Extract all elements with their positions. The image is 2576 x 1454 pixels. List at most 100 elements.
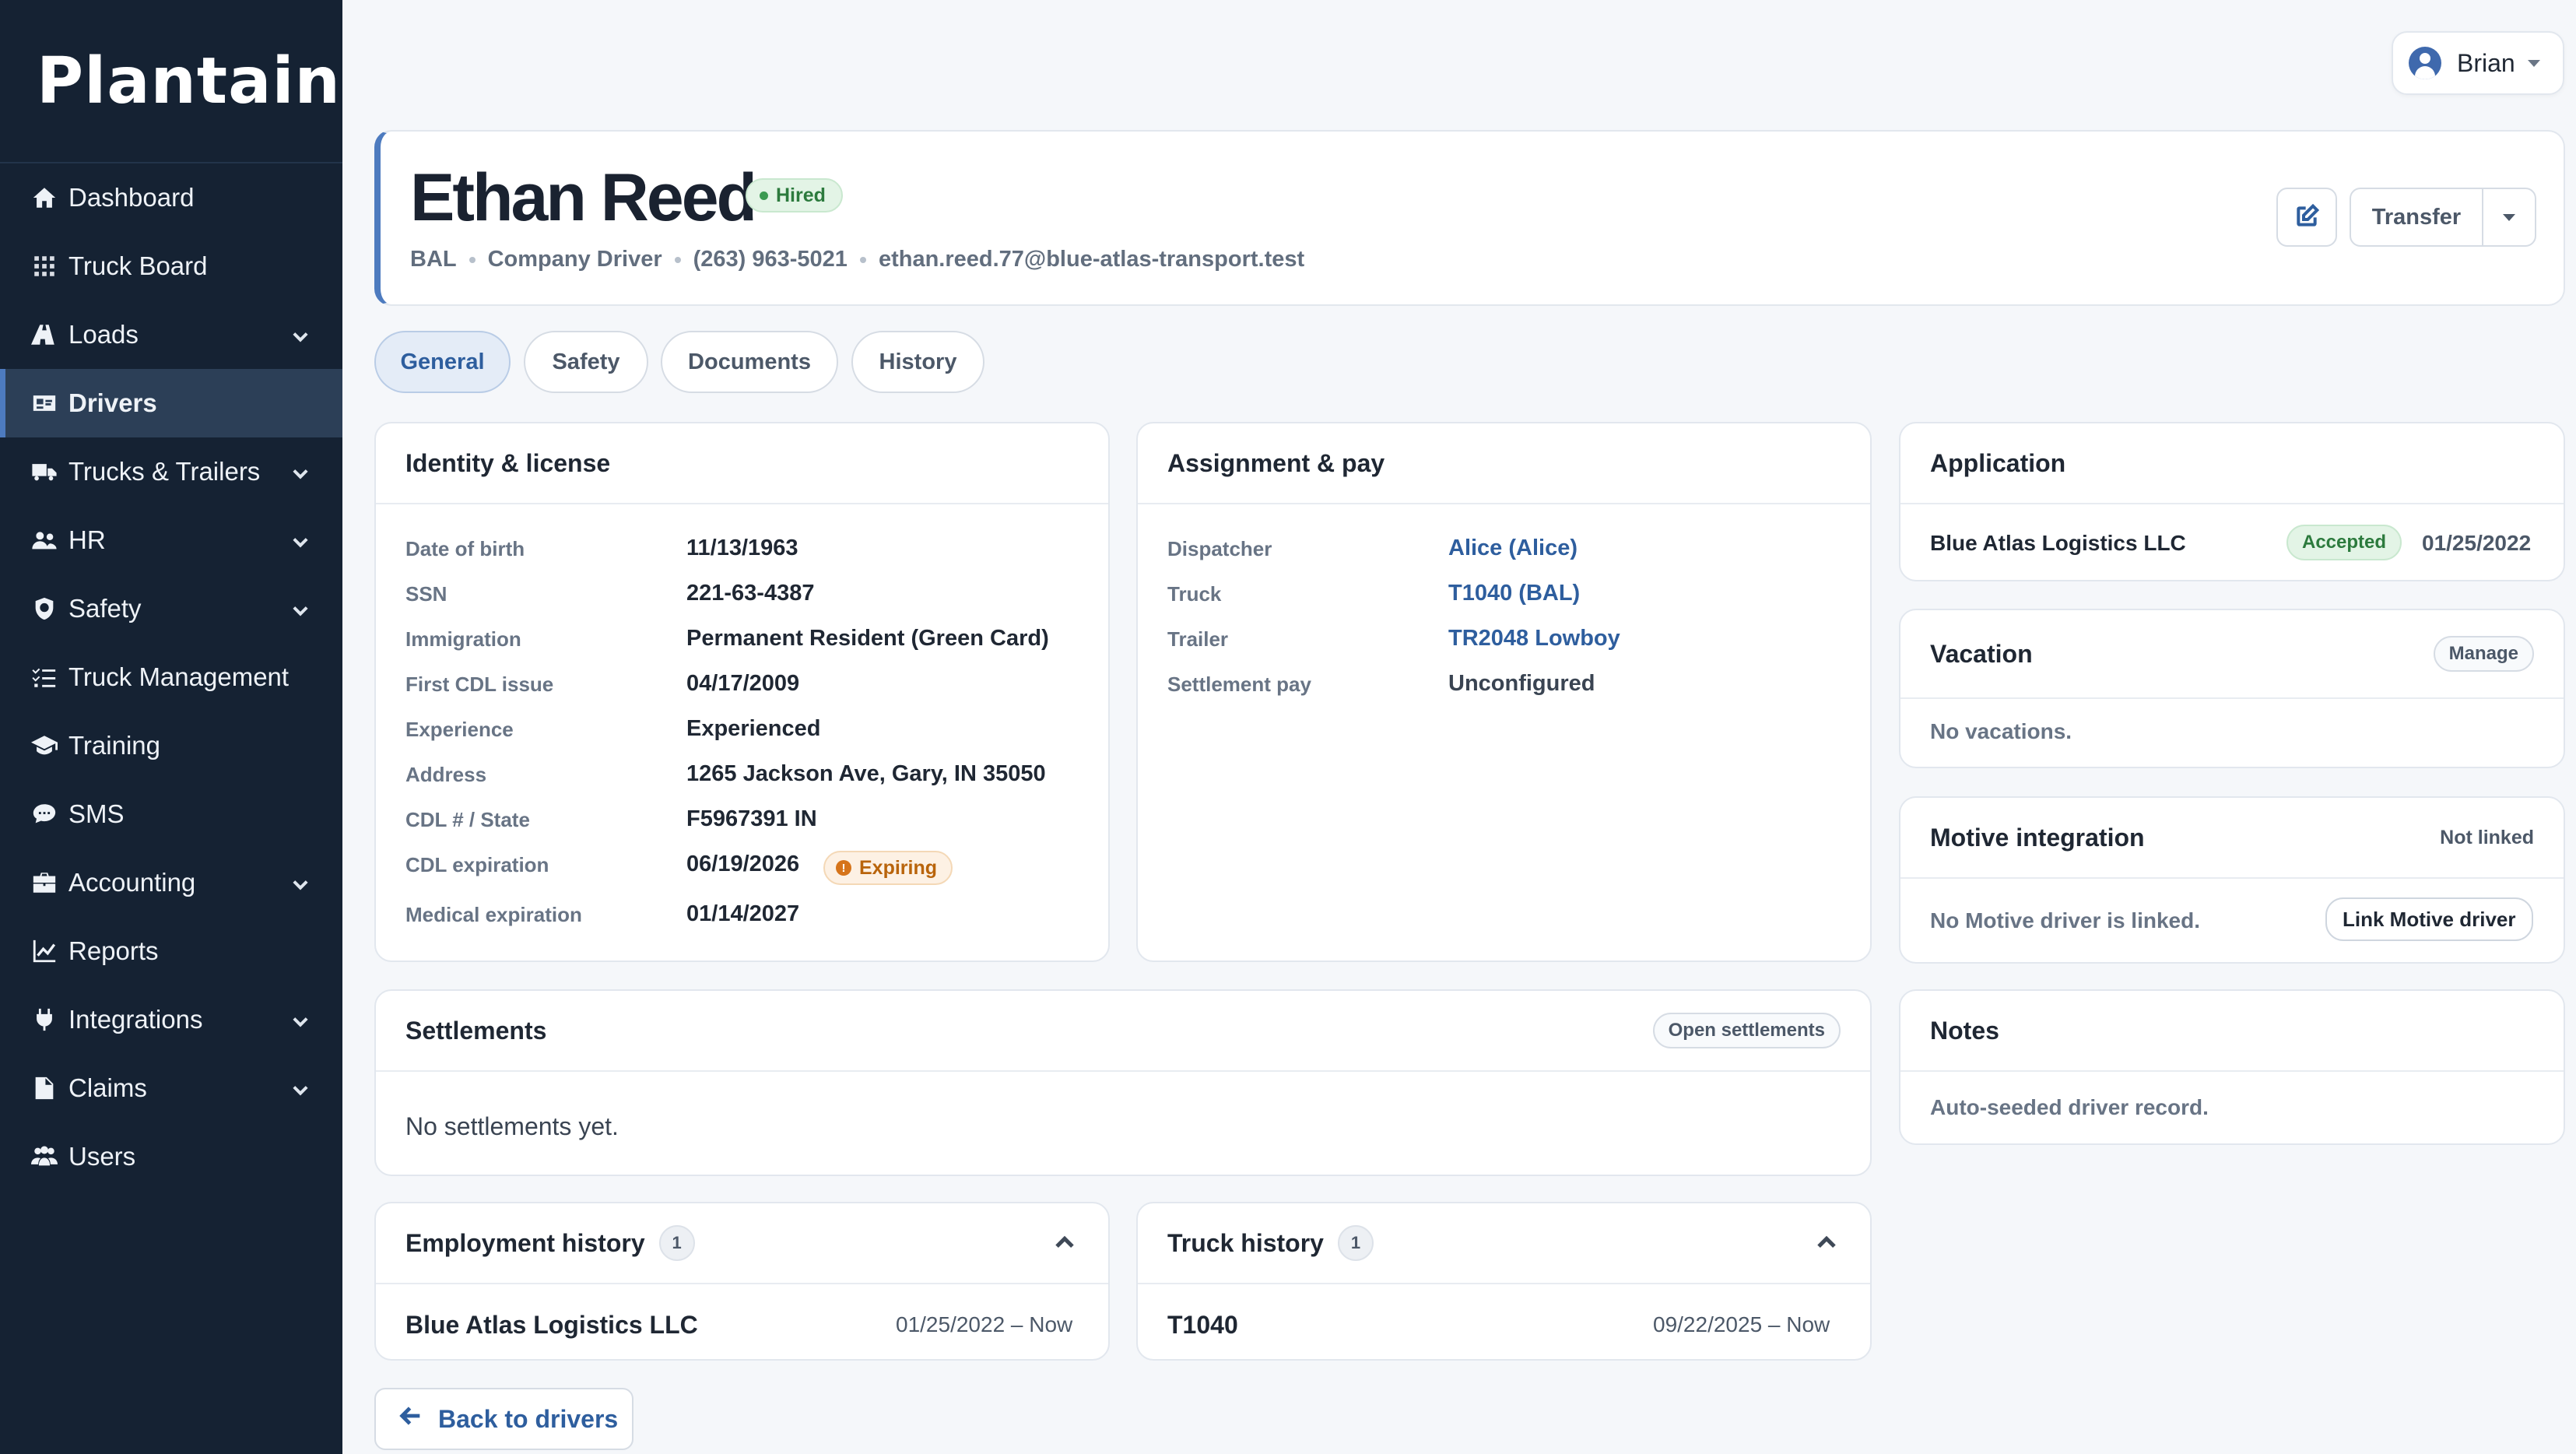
driver-email[interactable]: ethan.reed.77@blue-atlas-transport.test: [879, 247, 1304, 272]
sidebar-item-accounting[interactable]: Accounting: [0, 848, 342, 917]
transfer-button[interactable]: Transfer: [2351, 189, 2483, 245]
sidebar-item-integrations[interactable]: Integrations: [0, 985, 342, 1054]
transfer-dropdown-button[interactable]: [2483, 189, 2535, 245]
card-title: Identity & license: [405, 448, 611, 477]
dispatcher-link[interactable]: Alice (Alice): [1448, 536, 1578, 561]
sidebar-item-hr[interactable]: HR: [0, 506, 342, 574]
tab-documents[interactable]: Documents: [661, 331, 838, 393]
road-icon: [30, 320, 59, 349]
sidebar-item-claims[interactable]: Claims: [0, 1054, 342, 1122]
sidebar-item-safety[interactable]: Safety: [0, 574, 342, 643]
chevron-down-icon: [290, 324, 311, 346]
field-label: SSN: [405, 582, 447, 606]
back-to-drivers-button[interactable]: Back to drivers: [374, 1388, 633, 1450]
truck-link[interactable]: T1040 (BAL): [1448, 581, 1580, 606]
manage-vacation-button[interactable]: Manage: [2433, 636, 2534, 672]
truck-history-header[interactable]: Truck history 1: [1138, 1203, 1870, 1284]
sidebar-item-label: Dashboard: [68, 183, 195, 212]
field-value: 01/14/2027: [686, 901, 800, 926]
assignment-card: Assignment & pay Dispatcher Alice (Alice…: [1136, 422, 1872, 962]
truck-history-date-range: 09/22/2025 – Now: [1653, 1312, 1830, 1336]
tab-history[interactable]: History: [851, 331, 984, 393]
card-title: Notes: [1930, 1016, 1999, 1045]
chevron-down-icon: [290, 529, 311, 551]
chat-icon: [30, 799, 59, 829]
identity-card: Identity & license Date of birth 11/13/1…: [374, 422, 1110, 962]
sidebar: Plantain Dashboard Truck Board Loads Dri…: [0, 0, 342, 1454]
motive-link-status: Not linked: [2440, 826, 2534, 848]
sidebar-item-drivers[interactable]: Drivers: [0, 369, 342, 437]
vacation-empty-text: No vacations.: [1930, 719, 2072, 743]
tab-general[interactable]: General: [374, 331, 511, 393]
sidebar-item-truck-management[interactable]: Truck Management: [0, 643, 342, 711]
separator-dot-icon: [674, 256, 681, 263]
sidebar-item-loads[interactable]: Loads: [0, 300, 342, 369]
tab-safety[interactable]: Safety: [524, 331, 648, 393]
chevron-up-icon[interactable]: [1813, 1230, 1840, 1256]
motive-empty-text: No Motive driver is linked.: [1930, 908, 2200, 932]
sidebar-item-truck-board[interactable]: Truck Board: [0, 232, 342, 300]
field-value: 221-63-4387: [686, 581, 815, 606]
card-title: Truck history: [1167, 1228, 1324, 1257]
card-title: Application: [1930, 448, 2066, 477]
trailer-link[interactable]: TR2048 Lowboy: [1448, 626, 1620, 651]
application-status-badge: Accepted: [2286, 525, 2402, 560]
people-icon: [30, 525, 59, 555]
edit-icon: [2294, 203, 2320, 231]
field-label: CDL expiration: [405, 853, 549, 876]
chevron-up-icon[interactable]: [1051, 1230, 1078, 1256]
vacation-card-header: Vacation Manage: [1900, 610, 2564, 699]
field-value: 11/13/1963: [686, 536, 798, 560]
card-title: Vacation: [1930, 639, 2033, 668]
sidebar-item-label: Drivers: [68, 388, 157, 417]
sidebar-item-training[interactable]: Training: [0, 711, 342, 780]
arrow-left-icon: [398, 1403, 438, 1435]
sidebar-item-dashboard[interactable]: Dashboard: [0, 163, 342, 232]
field-label: Trailer: [1167, 627, 1229, 651]
chevron-down-icon: [290, 1009, 311, 1031]
sidebar-item-trucks-trailers[interactable]: Trucks & Trailers: [0, 437, 342, 506]
sidebar-item-reports[interactable]: Reports: [0, 917, 342, 985]
user-avatar-icon: [2409, 47, 2441, 79]
sidebar-item-label: HR: [68, 525, 106, 554]
sidebar-item-label: Safety: [68, 594, 142, 623]
briefcase-icon: [30, 868, 59, 897]
separator-dot-icon: [469, 256, 476, 263]
vacation-card: Vacation Manage No vacations.: [1899, 609, 2565, 768]
employment-history-header[interactable]: Employment history 1: [376, 1203, 1108, 1284]
field-value: 1265 Jackson Ave, Gary, IN 35050: [686, 761, 1046, 786]
driver-phone[interactable]: (263) 963-5021: [693, 247, 848, 272]
id-card-icon: [30, 388, 59, 418]
count-badge: 1: [658, 1225, 695, 1261]
warning-icon: !: [836, 860, 851, 876]
chevron-down-icon: [290, 1077, 311, 1099]
user-menu[interactable]: Brian: [2392, 31, 2564, 95]
back-button-label: Back to drivers: [438, 1404, 619, 1433]
link-motive-driver-button[interactable]: Link Motive driver: [2325, 897, 2533, 941]
edit-button[interactable]: [2276, 188, 2337, 247]
field-value: Experienced: [686, 716, 821, 741]
field-value: Permanent Resident (Green Card): [686, 626, 1049, 651]
card-title: Employment history: [405, 1228, 645, 1257]
status-dot-icon: [760, 191, 768, 200]
employment-company: Blue Atlas Logistics LLC: [405, 1311, 698, 1339]
notes-text: Auto-seeded driver record.: [1930, 1095, 2209, 1119]
sidebar-item-users[interactable]: Users: [0, 1122, 342, 1191]
driver-name: Ethan Reed: [410, 160, 757, 235]
driver-header-card: Ethan Reed Hired BAL Company Driver (263…: [374, 130, 2565, 306]
field-value: Unconfigured: [1448, 671, 1595, 696]
field-label: Date of birth: [405, 537, 525, 560]
notes-card: Notes Auto-seeded driver record.: [1899, 989, 2565, 1145]
driver-terminal: BAL: [410, 247, 457, 272]
settlements-card-header: Settlements Open settlements: [376, 991, 1870, 1072]
open-settlements-button[interactable]: Open settlements: [1652, 1013, 1841, 1048]
expiring-label: Expiring: [859, 856, 938, 879]
graduation-cap-icon: [30, 731, 59, 760]
chevron-down-icon: [290, 461, 311, 483]
separator-dot-icon: [859, 256, 866, 263]
truck-icon: [30, 457, 59, 486]
plug-icon: [30, 1005, 59, 1034]
user-name: Brian: [2457, 48, 2515, 77]
brand-logo[interactable]: Plantain: [0, 0, 342, 163]
sidebar-item-sms[interactable]: SMS: [0, 780, 342, 848]
